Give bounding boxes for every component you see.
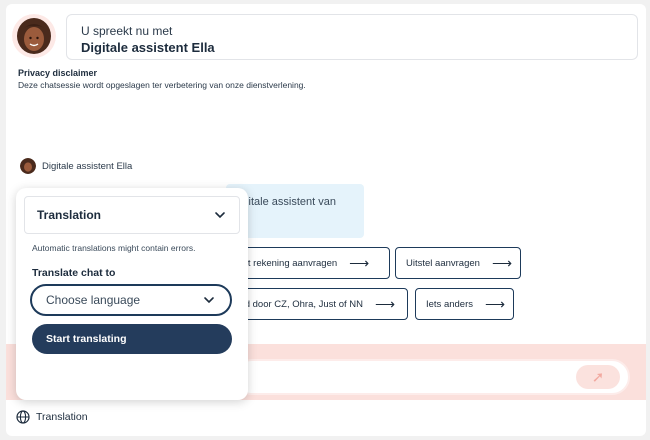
privacy-title: Privacy disclaimer — [18, 68, 98, 78]
sender-name: Digitale assistent Ella — [42, 161, 133, 172]
globe-icon — [16, 410, 30, 424]
start-translating-button[interactable]: Start translating — [32, 324, 232, 354]
quick-reply-label: roed door CZ, Ohra, Just of NN — [231, 298, 363, 310]
agent-subtitle: U spreekt nu met — [81, 24, 173, 38]
agent-header-card: U spreekt nu met Digitale assistent Ella — [66, 14, 638, 60]
message-input[interactable]: ➚ — [234, 359, 630, 395]
translation-footer-label: Translation — [36, 411, 88, 423]
arrow-right-icon: ⟶ — [485, 295, 506, 312]
quick-reply-label: Uitstel aanvragen — [406, 257, 480, 269]
language-select-placeholder: Choose language — [46, 293, 141, 307]
translation-note: Automatic translations might contain err… — [32, 243, 196, 253]
translation-popup-title: Translation — [37, 208, 102, 222]
send-arrow-icon: ➚ — [591, 369, 605, 386]
send-button[interactable]: ➚ — [576, 365, 620, 389]
agent-avatar — [12, 14, 56, 58]
privacy-text: Deze chatsessie wordt opgeslagen ter ver… — [18, 80, 306, 90]
quick-reply-button[interactable]: Uitstel aanvragen ⟶ — [395, 247, 521, 279]
chat-window: U spreekt nu met Digitale assistent Ella… — [6, 4, 646, 436]
quick-reply-button[interactable]: roed door CZ, Ohra, Just of NN ⟶ — [220, 288, 408, 320]
translation-popup: Translation Automatic translations might… — [16, 188, 248, 400]
agent-name: Digitale assistent Ella — [81, 40, 215, 55]
translate-chat-label: Translate chat to — [32, 267, 116, 279]
language-select[interactable]: Choose language — [30, 284, 232, 316]
quick-reply-label: Iets anders — [426, 298, 473, 310]
arrow-right-icon: ⟶ — [349, 254, 370, 271]
translation-toggle[interactable]: Translation — [16, 408, 88, 426]
arrow-right-icon: ⟶ — [491, 254, 513, 271]
sender-avatar — [20, 158, 36, 174]
chevron-down-icon — [215, 212, 225, 219]
chevron-down-icon — [204, 297, 214, 304]
arrow-right-icon: ⟶ — [375, 295, 396, 312]
quick-reply-button[interactable]: Iets anders ⟶ — [415, 288, 514, 320]
translation-collapse-header[interactable]: Translation — [24, 196, 240, 234]
message-text: igitale assistent van — [240, 196, 336, 208]
